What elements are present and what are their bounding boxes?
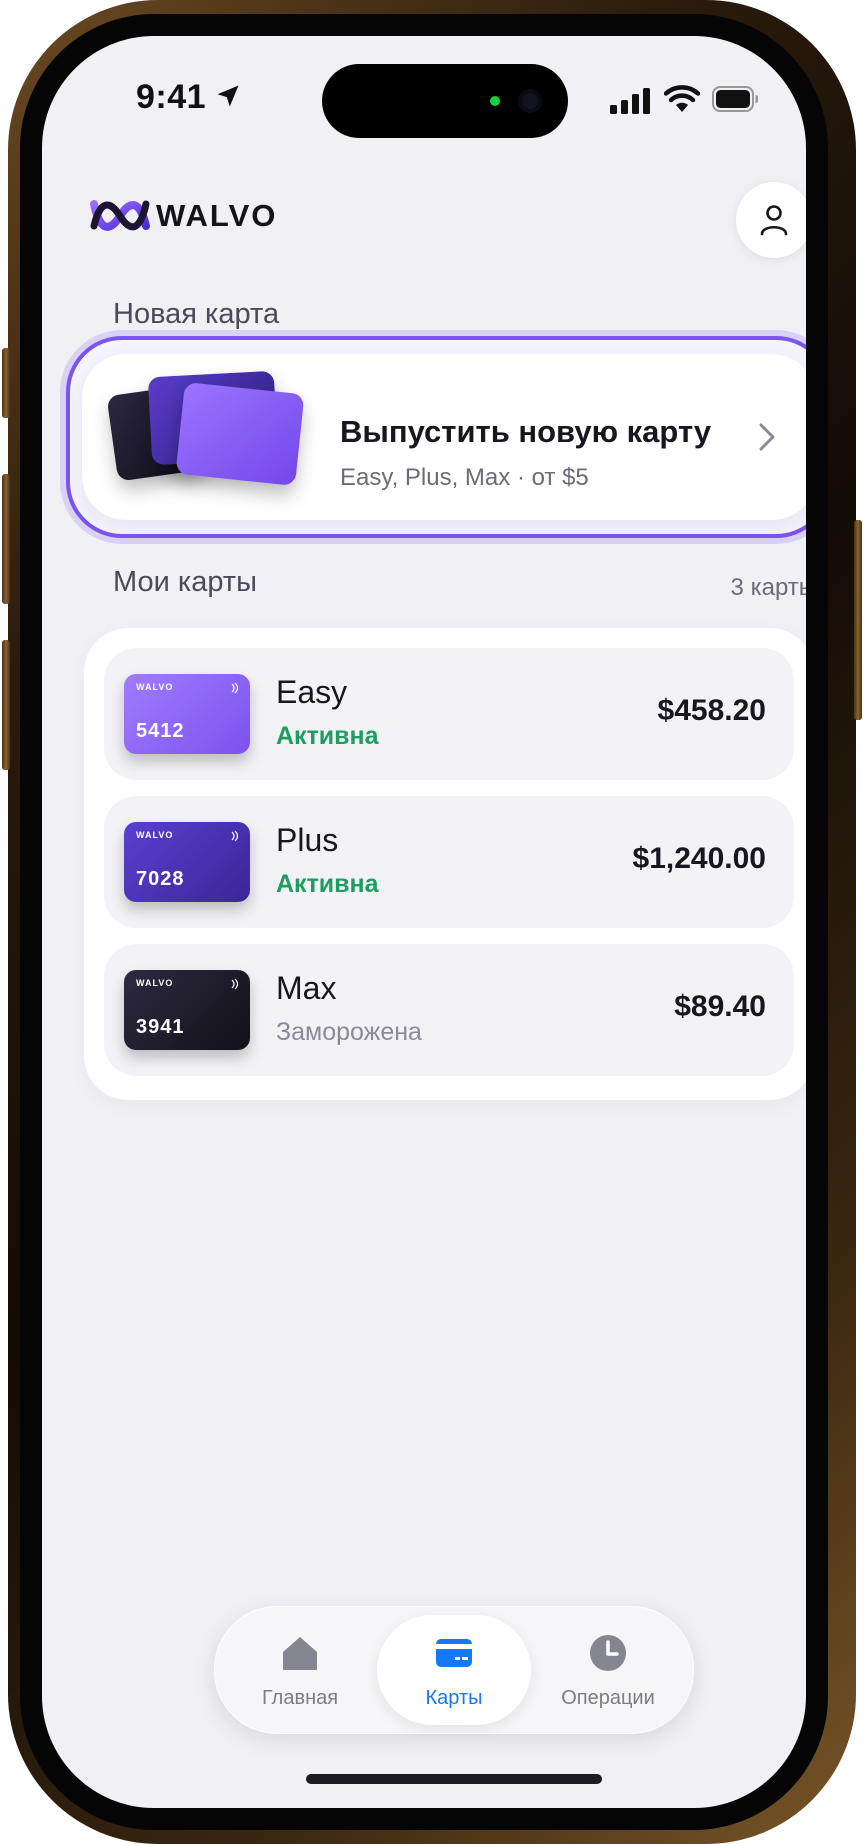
- card-brand-text: WALVO: [136, 978, 174, 988]
- new-card-section-title: Новая карта: [113, 298, 280, 330]
- action-button: [2, 348, 10, 418]
- card-status: Заморожена: [276, 1018, 422, 1046]
- card-icon: [436, 1639, 472, 1667]
- promo-title: Выпустить новую карту: [340, 414, 712, 449]
- app-screen: 9:41 WALVO Новая карта Выпустить новую к…: [42, 36, 806, 1808]
- card-number: 5412: [136, 720, 185, 742]
- card-number: 7028: [136, 868, 185, 890]
- tab-cards-label: Карты: [425, 1687, 483, 1709]
- card-brand-text: WALVO: [136, 682, 174, 692]
- brand-name: WALVO: [156, 198, 278, 233]
- cards-count: 3 карты: [730, 574, 806, 601]
- promo-card-violet-image: [175, 381, 305, 487]
- location-arrow-icon: [217, 85, 239, 107]
- card-thumbnail: WALVO 7028: [124, 822, 250, 902]
- tab-operations[interactable]: Операции: [531, 1615, 685, 1725]
- my-cards-section-title: Мои карты: [113, 566, 257, 598]
- card-status: Активна: [276, 722, 379, 750]
- status-time: 9:41: [136, 78, 207, 116]
- chevron-right-icon: [759, 423, 775, 451]
- contactless-icon: [231, 682, 239, 694]
- volume-down-button: [2, 640, 10, 770]
- cellular-signal-icon: [610, 88, 650, 114]
- tab-home-label: Главная: [261, 1687, 339, 1709]
- card-brand-text: WALVO: [136, 830, 174, 840]
- power-button: [854, 520, 862, 720]
- status-bar: 9:41: [42, 36, 806, 146]
- card-name: Plus: [276, 822, 339, 858]
- user-icon: [760, 205, 788, 236]
- issue-new-card-button[interactable]: Выпустить новую карту Easy, Plus, Max · …: [82, 354, 806, 520]
- card-status: Активна: [276, 870, 379, 898]
- home-indicator[interactable]: [306, 1774, 602, 1784]
- card-row-plus[interactable]: WALVO 7028 Plus Активна $1,240.00: [104, 796, 794, 928]
- profile-button[interactable]: [736, 182, 806, 258]
- battery-icon: [712, 86, 758, 112]
- card-name: Easy: [276, 674, 348, 710]
- card-balance: $458.20: [657, 694, 766, 727]
- front-camera-icon: [518, 89, 542, 113]
- tab-cards[interactable]: Карты: [377, 1615, 531, 1725]
- tab-operations-label: Операции: [561, 1687, 655, 1709]
- phone-bezel: 9:41 WALVO Новая карта Выпустить новую к…: [20, 14, 828, 1830]
- my-cards-list: WALVO 5412 Easy Активна $458.20 WALVO 70…: [84, 628, 806, 1100]
- tab-home[interactable]: Главная: [223, 1615, 377, 1725]
- card-thumbnail: WALVO 5412: [124, 674, 250, 754]
- card-thumbnail: WALVO 3941: [124, 970, 250, 1050]
- card-balance: $89.40: [674, 990, 766, 1023]
- card-row-easy[interactable]: WALVO 5412 Easy Активна $458.20: [104, 648, 794, 780]
- contactless-icon: [231, 830, 239, 842]
- camera-indicator-icon: [490, 96, 500, 106]
- wifi-icon: [664, 85, 700, 112]
- walvo-logo-icon: [90, 200, 150, 231]
- app-logo: WALVO: [90, 196, 277, 236]
- tab-bar: Главная Карты Операции: [214, 1606, 694, 1734]
- promo-subtitle: Easy, Plus, Max · от $5: [340, 464, 589, 491]
- volume-up-button: [2, 474, 10, 604]
- contactless-icon: [231, 978, 239, 990]
- clock-icon: [590, 1635, 626, 1671]
- card-row-max[interactable]: WALVO 3941 Max Заморожена $89.40: [104, 944, 794, 1076]
- card-balance: $1,240.00: [632, 842, 766, 875]
- card-name: Max: [276, 970, 337, 1006]
- home-icon: [283, 1637, 317, 1670]
- card-number: 3941: [136, 1016, 185, 1038]
- dynamic-island: [322, 64, 568, 138]
